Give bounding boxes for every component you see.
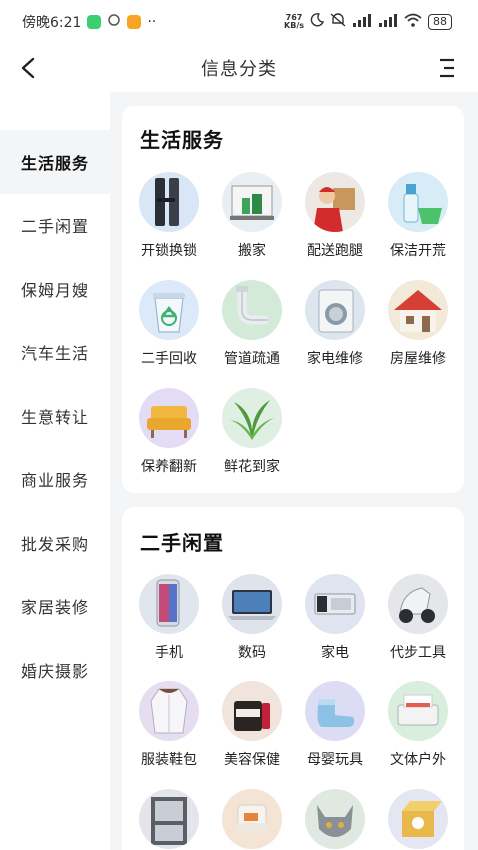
battery-indicator: 88 [428, 14, 452, 30]
scooter-icon [388, 574, 448, 634]
sidebar-item-wedding-photo[interactable]: 婚庆摄影 [0, 638, 110, 702]
category-content: 生活服务 开锁换锁 搬家 配送跑腿 保洁开荒 二手回收 管道疏通 家电维修 房屋… [110, 92, 478, 850]
sidebar-item-home-decoration[interactable]: 家居装修 [0, 574, 110, 638]
section-title: 生活服务 [140, 128, 224, 152]
cosmetics-icon [222, 681, 282, 741]
phone-app-icon [87, 15, 102, 29]
category-tile[interactable]: 代步工具 [379, 574, 457, 674]
house-icon [388, 280, 448, 340]
appliance-icon [305, 574, 365, 634]
category-tile[interactable]: 手机 [130, 574, 208, 674]
phone-icon [139, 574, 199, 634]
moving-truck-icon [222, 172, 282, 232]
mute-icon [330, 13, 346, 31]
notes-app-icon [127, 15, 142, 29]
laptop-icon [222, 574, 282, 634]
mystery-box-icon [388, 789, 448, 849]
category-tile[interactable]: 服装鞋包 [130, 681, 208, 781]
section-title: 二手闲置 [140, 531, 224, 555]
category-tile[interactable]: 美容保健 [213, 681, 291, 781]
cabinet-icon [139, 789, 199, 849]
category-tile[interactable]: 保洁开荒 [379, 172, 457, 272]
net-speed: 767 KB/s [284, 13, 304, 30]
category-tile[interactable] [130, 789, 208, 850]
chevron-left-icon [21, 57, 35, 79]
printer-icon [388, 681, 448, 741]
washing-machine-icon [305, 280, 365, 340]
sofa-icon [139, 388, 199, 448]
door-lock-icon [139, 172, 199, 232]
navigation-bar: 信息分类 [0, 44, 478, 92]
category-tile[interactable]: 母婴玩具 [296, 681, 374, 781]
signal-hd-icon [378, 13, 398, 31]
status-time: 傍晚6:21 [22, 15, 82, 31]
pipe-icon [222, 280, 282, 340]
plant-icon [222, 388, 282, 448]
status-bar: 傍晚6:21 ·· 767 KB/s 88 [0, 0, 478, 44]
sidebar-item-car-life[interactable]: 汽车生活 [0, 320, 110, 384]
category-tile[interactable] [213, 789, 291, 850]
sidebar-item-wholesale[interactable]: 批发采购 [0, 511, 110, 575]
category-tile[interactable]: 房屋维修 [379, 280, 457, 380]
category-tile[interactable]: 数码 [213, 574, 291, 674]
menu-button[interactable] [436, 54, 460, 82]
category-tile[interactable]: 家电 [296, 574, 374, 674]
page-title: 信息分类 [201, 59, 277, 80]
baby-shoe-icon [305, 681, 365, 741]
back-button[interactable] [14, 54, 42, 82]
category-tile[interactable] [379, 789, 457, 850]
chair-icon [222, 789, 282, 849]
category-tile[interactable]: 家电维修 [296, 280, 374, 380]
category-tile[interactable]: 保养翻新 [130, 388, 208, 488]
category-tile[interactable]: 管道疏通 [213, 280, 291, 380]
signal-icon [352, 13, 372, 31]
category-tile[interactable]: 配送跑腿 [296, 172, 374, 272]
sidebar-item-second-hand[interactable]: 二手闲置 [0, 193, 110, 257]
chat-bubble-icon [107, 13, 121, 31]
status-more: ·· [147, 14, 157, 30]
category-tile[interactable] [296, 789, 374, 850]
cleaning-bottle-icon [388, 172, 448, 232]
category-tile[interactable]: 搬家 [213, 172, 291, 272]
section-card-life-services: 生活服务 开锁换锁 搬家 配送跑腿 保洁开荒 二手回收 管道疏通 家电维修 房屋… [122, 106, 464, 493]
coat-icon [139, 681, 199, 741]
sidebar-item-commercial-services[interactable]: 商业服务 [0, 447, 110, 511]
category-tile[interactable]: 开锁换锁 [130, 172, 208, 272]
category-tile[interactable]: 二手回收 [130, 280, 208, 380]
sidebar-item-business-transfer[interactable]: 生意转让 [0, 384, 110, 448]
sidebar-item-life-services[interactable]: 生活服务 [0, 130, 110, 194]
sidebar-item-nanny[interactable]: 保姆月嫂 [0, 257, 110, 321]
menu-list-icon [440, 58, 454, 78]
recycle-bin-icon [139, 280, 199, 340]
moon-icon [310, 13, 325, 31]
cat-icon [305, 789, 365, 849]
courier-icon [305, 172, 365, 232]
section-card-second-hand: 二手闲置 手机 数码 家电 代步工具 服装鞋包 美容保健 母婴玩具 文体户外 [122, 507, 464, 850]
category-tile[interactable]: 文体户外 [379, 681, 457, 781]
wifi-icon [404, 13, 422, 31]
category-tile[interactable]: 鲜花到家 [213, 388, 291, 488]
category-sidebar: 生活服务 二手闲置 保姆月嫂 汽车生活 生意转让 商业服务 批发采购 家居装修 … [0, 92, 110, 850]
